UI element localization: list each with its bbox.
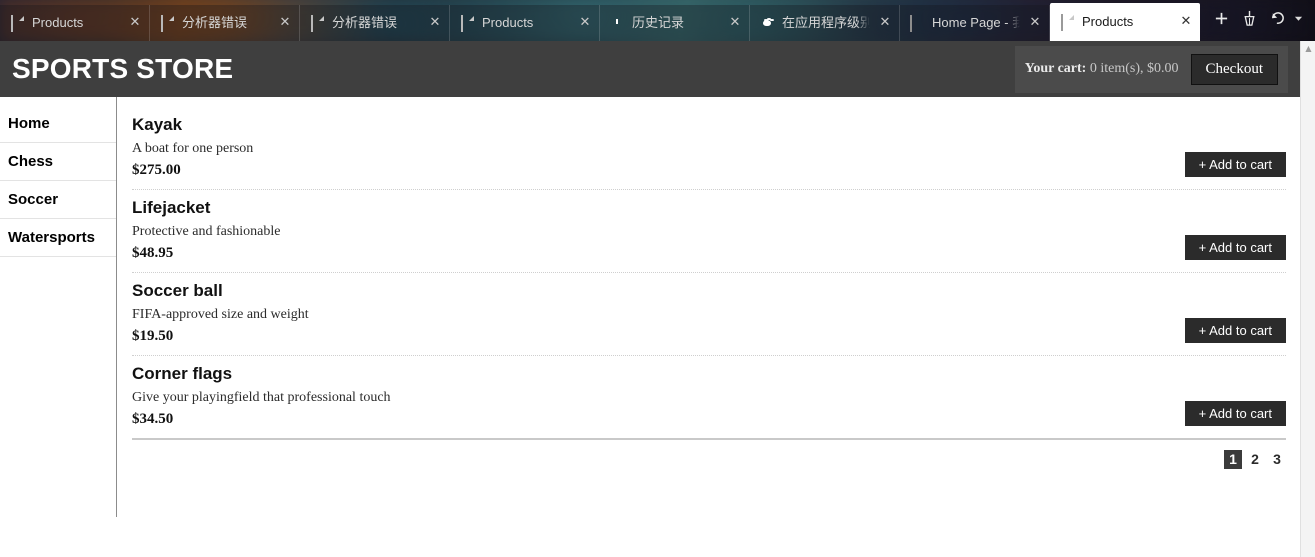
document-icon — [1060, 13, 1075, 31]
site-header: SPORTS STORE Your cart: 0 item(s), $0.00… — [0, 41, 1300, 97]
product-name: Corner flags — [132, 364, 233, 383]
product-item: Lifejacket Protective and fashionable $48.… — [132, 190, 1286, 273]
cart-label: Your cart: — [1024, 61, 1087, 76]
pagination-page-3[interactable]: 3 — [1268, 450, 1286, 469]
product-price: $19.50 — [132, 328, 174, 344]
document-icon — [460, 14, 475, 32]
browser-tab-7[interactable]: Products ✕ — [1050, 3, 1200, 41]
cart-text: Your cart: 0 item(s), $0.00 — [1025, 61, 1179, 77]
browser-tab-2[interactable]: 分析器错误 ✕ — [300, 5, 450, 41]
broom-icon[interactable] — [1236, 6, 1262, 32]
tab-close-icon[interactable]: ✕ — [1027, 15, 1043, 31]
tab-list: Products ✕ 分析器错误 ✕ 分析器错误 ✕ Products ✕ 历史记录 ✕ 在应用程序… — [0, 0, 1200, 41]
sidebar-item-watersports[interactable]: Watersports — [0, 219, 116, 257]
sidebar-item-soccer[interactable]: Soccer — [0, 181, 116, 219]
tab-strip-actions — [1200, 0, 1310, 41]
tab-title: Products — [482, 15, 534, 30]
product-list: Kayak A boat for one person $275.00 + Add t… — [132, 107, 1286, 440]
add-to-cart-button[interactable]: + Add to cart — [1184, 318, 1286, 343]
add-to-cart-button[interactable]: + Add to cart — [1184, 152, 1286, 177]
sidebar-item-label: Soccer — [8, 191, 59, 208]
product-list-region: Kayak A boat for one person $275.00 + Add t… — [117, 97, 1300, 557]
document-icon — [10, 14, 25, 32]
browser-tab-4[interactable]: 历史记录 ✕ — [600, 5, 750, 41]
checkout-button[interactable]: Checkout — [1190, 53, 1278, 85]
product-description: Give your playingfield that professional… — [132, 390, 391, 405]
tab-title: 历史记录 — [632, 15, 685, 30]
product-name: Lifejacket — [132, 198, 211, 217]
clock-icon — [610, 16, 625, 31]
tab-close-icon[interactable]: ✕ — [877, 15, 893, 31]
tab-close-icon[interactable]: ✕ — [577, 15, 593, 31]
sidebar-item-label: Watersports — [8, 229, 95, 246]
sidebar-item-chess[interactable]: Chess — [0, 143, 116, 181]
browser-window: Products ✕ 分析器错误 ✕ 分析器错误 ✕ Products ✕ 历史记录 ✕ 在应用程序… — [0, 0, 1315, 557]
add-to-cart-button[interactable]: + Add to cart — [1184, 401, 1286, 426]
sidebar-item-label: Home — [8, 115, 50, 132]
product-item: Corner flags Give your playingfield that … — [132, 356, 1286, 440]
new-tab-button[interactable] — [1208, 6, 1234, 32]
scroll-up-arrow[interactable]: ▲ — [1301, 41, 1315, 56]
cart-summary: Your cart: 0 item(s), $0.00 Checkout — [1014, 45, 1288, 93]
page-title: SPORTS STORE — [12, 53, 234, 84]
browser-tab-6[interactable]: Home Page - 我 ✕ — [900, 5, 1050, 41]
tab-title: Products — [32, 15, 84, 30]
undo-icon[interactable] — [1264, 6, 1290, 32]
document-icon — [160, 14, 175, 32]
tab-close-icon[interactable]: ✕ — [277, 15, 293, 31]
category-sidebar: Home Chess Soccer Watersports — [0, 97, 117, 517]
product-description: A boat for one person — [132, 141, 254, 156]
page-body: Home Chess Soccer Watersports Kayak A boat f… — [0, 97, 1300, 557]
paw-icon — [760, 16, 775, 31]
book-icon — [910, 14, 925, 32]
tab-close-icon[interactable]: ✕ — [127, 15, 143, 31]
tab-title: 分析器错误 — [182, 15, 248, 30]
tab-close-icon[interactable]: ✕ — [727, 15, 743, 31]
sidebar-item-home[interactable]: Home — [0, 105, 116, 143]
sidebar-item-label: Chess — [8, 153, 54, 170]
product-item: Kayak A boat for one person $275.00 + Add t… — [132, 107, 1286, 190]
pagination-page-1[interactable]: 1 — [1224, 450, 1242, 469]
product-item: Soccer ball FIFA-approved size and weight… — [132, 273, 1286, 356]
product-description: Protective and fashionable — [132, 224, 281, 239]
browser-tab-5[interactable]: 在应用程序级别之 ✕ — [750, 5, 900, 41]
tab-close-icon[interactable]: ✕ — [427, 15, 443, 31]
tab-title: Products — [1082, 14, 1134, 29]
tab-title: 在应用程序级别之 — [782, 15, 870, 30]
tab-title: Home Page - 我 — [932, 15, 1020, 30]
browser-tab-1[interactable]: 分析器错误 ✕ — [150, 5, 300, 41]
cart-count-and-total: 0 item(s), $0.00 — [1089, 61, 1179, 76]
add-to-cart-button[interactable]: + Add to cart — [1184, 235, 1286, 260]
tab-title: 分析器错误 — [332, 15, 398, 30]
product-price: $48.95 — [132, 245, 174, 261]
pagination-page-2[interactable]: 2 — [1246, 450, 1264, 469]
product-name: Kayak — [132, 115, 183, 134]
product-price: $34.50 — [132, 411, 174, 427]
product-price: $275.00 — [132, 162, 181, 178]
browser-tab-3[interactable]: Products ✕ — [450, 5, 600, 41]
product-description: FIFA-approved size and weight — [132, 307, 309, 322]
document-icon — [310, 14, 325, 32]
history-dropdown-caret[interactable] — [1292, 6, 1304, 32]
page-scrollbar[interactable]: ▲ — [1300, 41, 1315, 557]
browser-tab-strip: Products ✕ 分析器错误 ✕ 分析器错误 ✕ Products ✕ 历史记录 ✕ 在应用程序… — [0, 0, 1315, 41]
tab-close-icon[interactable]: ✕ — [1178, 14, 1194, 30]
product-name: Soccer ball — [132, 281, 223, 300]
pagination: 123 — [132, 440, 1286, 469]
browser-tab-0[interactable]: Products ✕ — [0, 5, 150, 41]
